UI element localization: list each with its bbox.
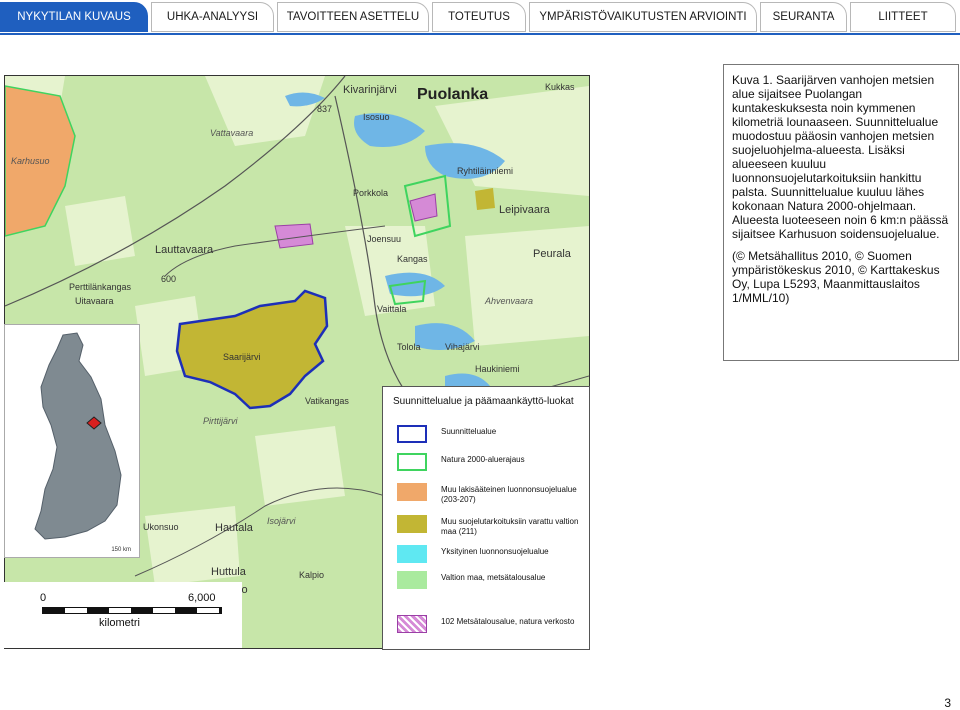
planning-area	[175, 289, 329, 410]
map-label-lauttavaara: Lauttavaara	[155, 244, 214, 256]
clearing-area	[65, 196, 135, 266]
tab-toteutus[interactable]: TOTEUTUS	[432, 2, 526, 32]
legend-title: Suunnittelualue ja päämaankäyttö-luokat	[393, 396, 574, 407]
legend-item: Muu suojelutarkoituksiin varattu valtion…	[397, 515, 587, 537]
map-label-leipivaara: Leipivaara	[499, 204, 550, 216]
scale-end: 6,000	[188, 592, 216, 604]
forestry-natura-swatch	[397, 615, 427, 633]
scale-start: 0	[40, 592, 47, 604]
natura-swatch	[397, 453, 427, 471]
map-label-kukkas: Kukkas	[545, 82, 575, 92]
map-label-hautala: Hautala	[215, 522, 253, 534]
scale-unit: kilometri	[99, 617, 140, 629]
road-number-600: 600	[161, 274, 177, 284]
tab-underline	[0, 33, 960, 35]
map-label-pirttijarvi: Pirttijärvi	[203, 416, 238, 426]
map-label-joensuu: Joensuu	[367, 234, 402, 244]
map-label-puolanka: Puolanka	[417, 86, 489, 103]
map-label-isosuo: Isosuo	[363, 112, 390, 122]
other-protected-swatch	[397, 483, 427, 501]
map-label-karhusuo: Karhusuo	[11, 156, 50, 166]
legend-item: Valtion maa, metsätalousalue	[397, 571, 587, 593]
road-number-837: 837	[317, 104, 333, 114]
map-label-vihajarvi: Vihajärvi	[445, 342, 480, 352]
finland-shape	[34, 332, 122, 540]
legend-label: Yksityinen luonnonsuojelualue	[441, 547, 549, 556]
legend-label: Muu suojelutarkoituksiin varattu valtion…	[441, 517, 579, 536]
tab-nykytilan-kuvaus[interactable]: NYKYTILAN KUVAUS	[0, 2, 148, 32]
map-label-isojarvi: Isojärvi	[267, 516, 296, 526]
map-label-kangas: Kangas	[397, 254, 428, 264]
tab-uhka-analyysi[interactable]: UHKA-ANALYYSI	[151, 2, 274, 32]
map-label-saarijarvi: Saarijärvi	[223, 352, 261, 362]
planning-area-swatch	[397, 425, 427, 443]
caption-text: Kuva 1. Saarijärven vanhojen metsien alu…	[732, 73, 949, 241]
scale-bar: 0 6,000 kilometri	[4, 582, 242, 648]
finland-inset-map: 150 km	[4, 324, 140, 558]
legend-item: Natura 2000-aluerajaus	[397, 453, 587, 475]
clearing-area	[255, 426, 345, 506]
tab-seuranta[interactable]: SEURANTA	[760, 2, 847, 32]
map-label-tolola: Tolola	[397, 342, 421, 352]
legend-label: 102 Metsätalousalue, natura verkosto	[441, 617, 575, 626]
page-number: 3	[944, 696, 951, 710]
legend-item: Yksityinen luonnonsuojelualue	[397, 545, 587, 567]
legend-item: 102 Metsätalousalue, natura verkosto	[397, 615, 587, 637]
map-legend: Suunnittelualue ja päämaankäyttö-luokat …	[382, 386, 590, 650]
finland-outline	[34, 332, 122, 540]
map-label-porkkola: Porkkola	[353, 188, 389, 198]
map-label-vatikangas: Vatikangas	[305, 396, 349, 406]
tab-liitteet[interactable]: LIITTEET	[850, 2, 956, 32]
map-label-vattavaara: Vattavaara	[210, 128, 254, 138]
map-label-ahvenvaara: Ahvenvaara	[485, 296, 534, 306]
legend-label: Natura 2000-aluerajaus	[441, 455, 525, 464]
inset-scale-label: 150 km	[111, 547, 131, 553]
reserved-swatch	[397, 515, 427, 533]
map-label-perttilankangas: Perttilänkangas	[69, 282, 132, 292]
map-label-ryhtilainniemi: Ryhtiläinniemi	[457, 166, 514, 176]
legend-label: Valtion maa, metsätalousalue	[441, 573, 546, 582]
legend-item: Suunnittelualue	[397, 425, 587, 447]
legend-label: Muu lakisääteinen luonnonsuojelualue (20…	[441, 485, 577, 504]
tab-bar: NYKYTILAN KUVAUS UHKA-ANALYYSI TAVOITTEE…	[0, 0, 960, 35]
caption-copyright: (© Metsähallitus 2010, © Suomen ympärist…	[732, 249, 940, 305]
legend-item: Muu lakisääteinen luonnonsuojelualue (20…	[397, 483, 587, 505]
map-label-haukiniemi: Haukiniemi	[475, 364, 520, 374]
map-label-kivarinjarvi: Kivarinjärvi	[343, 84, 397, 96]
map-label-huttula: Huttula	[211, 566, 246, 578]
legend-label: Suunnittelualue	[441, 427, 497, 436]
scale-bar-graphic	[42, 607, 222, 614]
map-label-peurala: Peurala	[533, 248, 571, 260]
state-forest-swatch	[397, 571, 427, 589]
reserved-area	[475, 188, 495, 210]
tab-tavoitteen-asettelu[interactable]: TAVOITTEEN ASETTELU	[277, 2, 429, 32]
tab-ymparistovaikutusten-arviointi[interactable]: YMPÄRISTÖVAIKUTUSTEN ARVIOINTI	[529, 2, 757, 32]
figure-caption: Kuva 1. Saarijärven vanhojen metsien alu…	[723, 64, 959, 361]
forestry-natura-area	[409, 193, 438, 222]
map-label-vaittala: Vaittala	[377, 304, 407, 314]
map-label-uitavaara: Uitavaara	[75, 296, 114, 306]
map-label-ukonsuo: Ukonsuo	[143, 522, 179, 532]
clearing-area	[465, 226, 589, 346]
private-protected-swatch	[397, 545, 427, 563]
map-label-kalpio-2: Kalpio	[299, 570, 325, 580]
